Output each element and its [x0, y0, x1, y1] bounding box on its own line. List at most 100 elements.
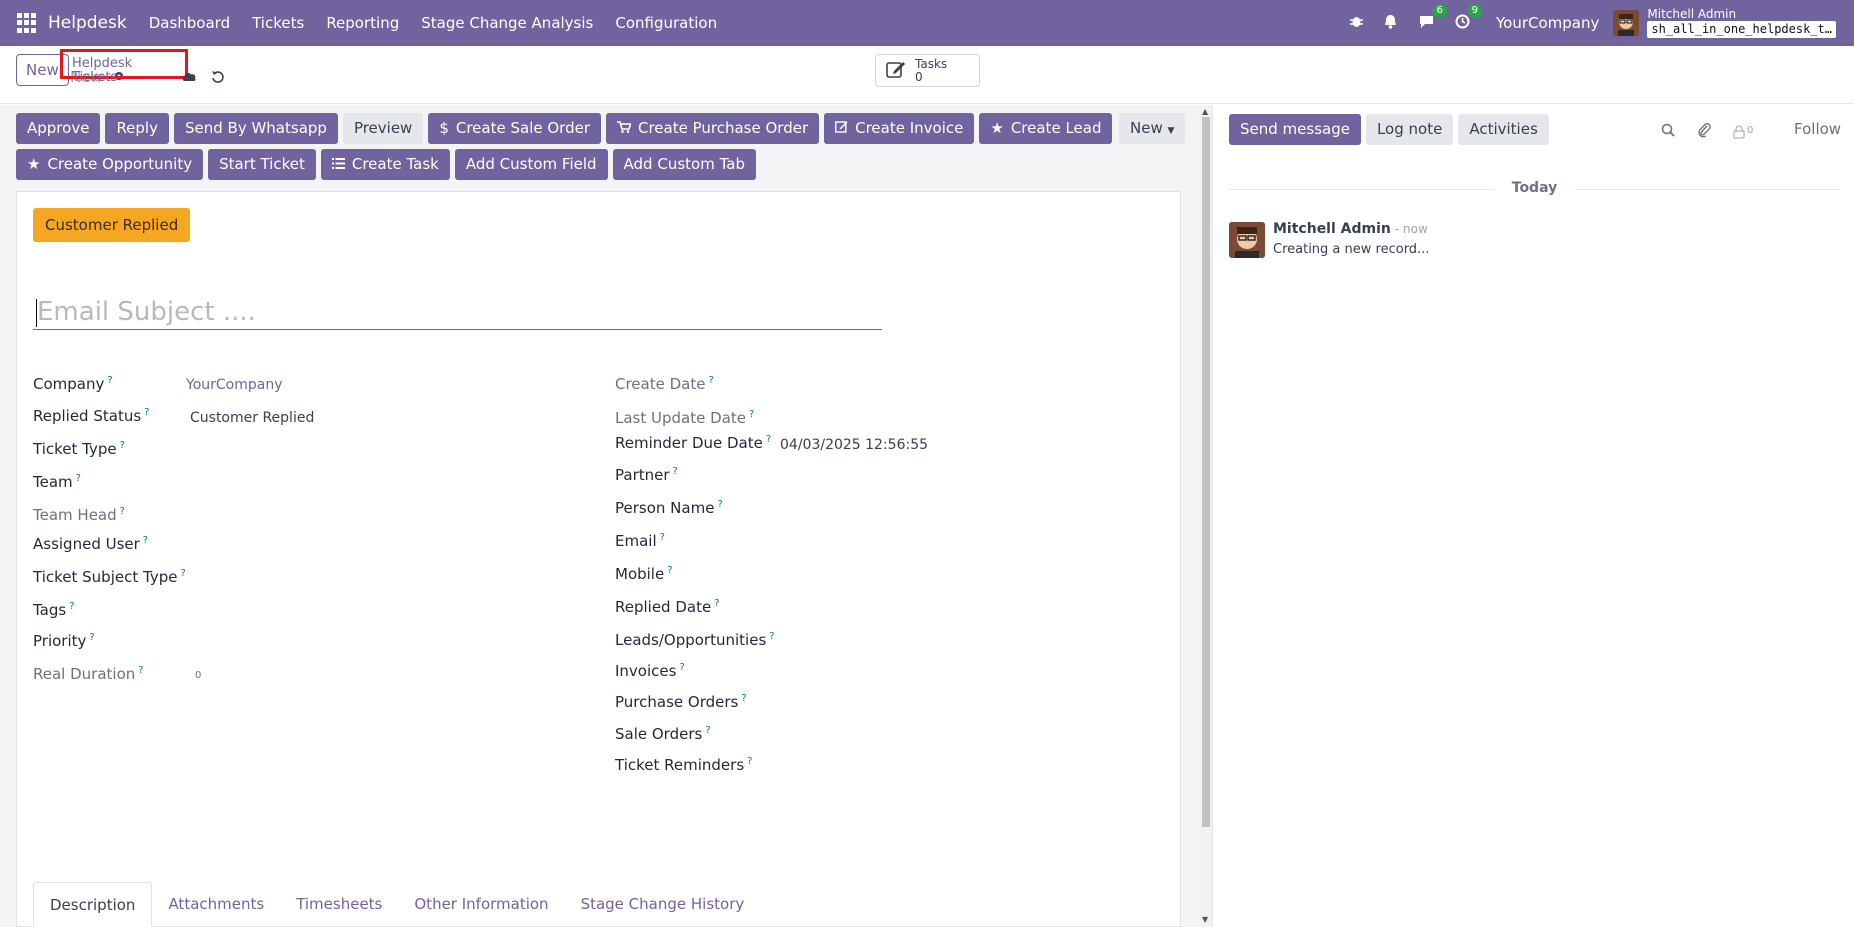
user-avatar[interactable] — [1613, 10, 1640, 36]
menu-configuration[interactable]: Configuration — [615, 14, 717, 32]
form-scrollbar[interactable]: ▲ ▼ — [1200, 105, 1212, 927]
status-customer-replied[interactable]: Customer Replied — [33, 208, 191, 242]
caret-down-icon: ▼ — [1167, 126, 1175, 136]
form-sheet: Customer Replied Email Subject .... Comp… — [16, 191, 1181, 927]
message-author-avatar[interactable] — [1229, 222, 1265, 258]
action-buttons-row-2: ★ Create Opportunity Start Ticket Create … — [16, 149, 756, 180]
reminder-due-date-field[interactable]: 04/03/2025 12:56:55 — [780, 437, 928, 453]
add-custom-tab-button[interactable]: Add Custom Tab — [612, 149, 756, 180]
tasks-label: Tasks — [915, 56, 948, 71]
field-label-ticket-type: Ticket Type? — [33, 440, 125, 458]
tasks-smart-button[interactable]: Tasks 0 — [875, 54, 980, 87]
scroll-thumb[interactable] — [1202, 117, 1210, 827]
field-label-sale-orders: Sale Orders? — [615, 725, 711, 743]
menu-dashboard[interactable]: Dashboard — [149, 14, 230, 32]
create-invoice-button[interactable]: Create Invoice — [824, 113, 975, 144]
send-message-button[interactable]: Send message — [1229, 114, 1361, 145]
save-cloud-icon[interactable] — [181, 70, 197, 88]
paperclip-icon[interactable] — [1697, 122, 1711, 142]
create-opportunity-button[interactable]: ★ Create Opportunity — [16, 149, 204, 180]
search-icon[interactable] — [1661, 123, 1675, 141]
control-panel: New New Helpdesk Tickets Tasks 0 — [0, 46, 1854, 104]
menu-tickets[interactable]: Tickets — [252, 14, 304, 32]
field-label-mobile: Mobile? — [615, 565, 673, 583]
message-time: - now — [1394, 222, 1428, 236]
user-menu[interactable]: Mitchell Admin sh_all_in_one_helpdesk_t… — [1647, 8, 1836, 38]
followers-lock-icon[interactable]: 0 — [1733, 125, 1753, 139]
tasks-count: 0 — [915, 69, 923, 84]
company-field[interactable]: YourCompany — [186, 377, 283, 393]
notebook-tabs: Description Attachments Timesheets Other… — [33, 882, 1166, 927]
follow-button[interactable]: Follow — [1794, 120, 1841, 138]
dollar-icon: $ — [439, 119, 449, 137]
star-icon: ★ — [990, 119, 1004, 137]
menu-stage-change-analysis[interactable]: Stage Change Analysis — [421, 14, 593, 32]
email-subject-input[interactable]: Email Subject .... — [33, 297, 882, 330]
tab-attachments[interactable]: Attachments — [152, 882, 280, 927]
field-label-company: Company? — [33, 375, 113, 393]
top-navbar: Helpdesk Dashboard Tickets Reporting Sta… — [0, 0, 1854, 46]
field-label-team-head: Team Head? — [33, 506, 125, 524]
replied-status-field[interactable]: Customer Replied — [190, 410, 314, 426]
tab-description[interactable]: Description — [33, 882, 153, 927]
reply-button[interactable]: Reply — [105, 113, 169, 144]
menu-reporting[interactable]: Reporting — [326, 14, 399, 32]
messages-icon[interactable]: 6 — [1418, 3, 1447, 33]
field-label-priority: Priority? — [33, 632, 95, 650]
scroll-down-arrow-icon[interactable]: ▼ — [1202, 915, 1208, 924]
field-label-assigned-user: Assigned User? — [33, 535, 149, 553]
create-sale-order-button[interactable]: $ Create Sale Order — [428, 113, 601, 144]
activities-button[interactable]: Activities — [1458, 114, 1549, 145]
messages-badge: 6 — [1432, 3, 1447, 18]
record-actions — [181, 70, 225, 88]
discard-undo-icon[interactable] — [211, 70, 225, 88]
tab-other-information[interactable]: Other Information — [398, 882, 564, 927]
approve-button[interactable]: Approve — [16, 113, 101, 144]
edit-tasks-icon — [886, 60, 906, 82]
debug-bug-icon[interactable] — [1349, 14, 1363, 32]
field-label-last-update-date: Last Update Date? — [615, 409, 755, 427]
field-label-ticket-subject-type: Ticket Subject Type? — [33, 568, 186, 586]
create-lead-button[interactable]: ★ Create Lead — [979, 113, 1113, 144]
field-label-person-name: Person Name? — [615, 499, 723, 517]
new-dropdown-button[interactable]: New ▼ — [1119, 113, 1186, 144]
send-by-whatsapp-button[interactable]: Send By Whatsapp — [173, 113, 338, 144]
form-area: Approve Reply Send By Whatsapp Preview $… — [0, 105, 1200, 927]
field-label-create-date: Create Date? — [615, 375, 714, 393]
scroll-up-arrow-icon[interactable]: ▲ — [1202, 107, 1208, 116]
start-ticket-button[interactable]: Start Ticket — [208, 149, 316, 180]
shopping-cart-icon — [617, 113, 632, 144]
field-label-partner: Partner? — [615, 466, 678, 484]
activities-clock-icon[interactable]: 9 — [1455, 3, 1482, 33]
create-purchase-order-button[interactable]: Create Purchase Order — [606, 113, 820, 144]
create-task-button[interactable]: Create Task — [320, 149, 450, 180]
action-buttons-row-1: Approve Reply Send By Whatsapp Preview $… — [16, 113, 1113, 144]
followers-count: 0 — [1747, 125, 1754, 136]
field-label-ticket-reminders: Ticket Reminders? — [615, 756, 753, 774]
app-brand[interactable]: Helpdesk — [48, 13, 127, 33]
tab-stage-change-history[interactable]: Stage Change History — [565, 882, 761, 927]
company-switcher[interactable]: YourCompany — [1496, 14, 1599, 32]
date-separator: Today — [1229, 180, 1840, 196]
field-label-reminder-due-date: Reminder Due Date? — [615, 434, 772, 452]
log-note-button[interactable]: Log note — [1365, 114, 1454, 145]
database-name: sh_all_in_one_helpdesk_t… — [1647, 21, 1836, 38]
bell-icon[interactable] — [1383, 14, 1398, 33]
email-subject-placeholder: Email Subject .... — [37, 297, 256, 327]
add-custom-field-button[interactable]: Add Custom Field — [454, 149, 608, 180]
star-icon: ★ — [27, 155, 41, 173]
message-author[interactable]: Mitchell Admin - now — [1273, 221, 1428, 237]
message-body: Creating a new record... — [1273, 242, 1430, 257]
field-label-replied-date: Replied Date? — [615, 598, 720, 616]
chatter-panel: Send message Log note Activities 0 Follo… — [1212, 105, 1854, 927]
list-icon — [331, 149, 345, 180]
tab-timesheets[interactable]: Timesheets — [280, 882, 398, 927]
breadcrumb-helpdesk-tickets[interactable]: Helpdesk Tickets — [60, 49, 188, 85]
field-label-replied-status: Replied Status? — [33, 407, 150, 425]
activities-badge: 9 — [1467, 3, 1482, 18]
apps-menu-icon[interactable] — [17, 13, 37, 33]
real-duration-value: 0 — [195, 670, 202, 681]
field-label-purchase-orders: Purchase Orders? — [615, 693, 747, 711]
preview-button[interactable]: Preview — [342, 113, 424, 144]
field-label-email: Email? — [615, 532, 665, 550]
